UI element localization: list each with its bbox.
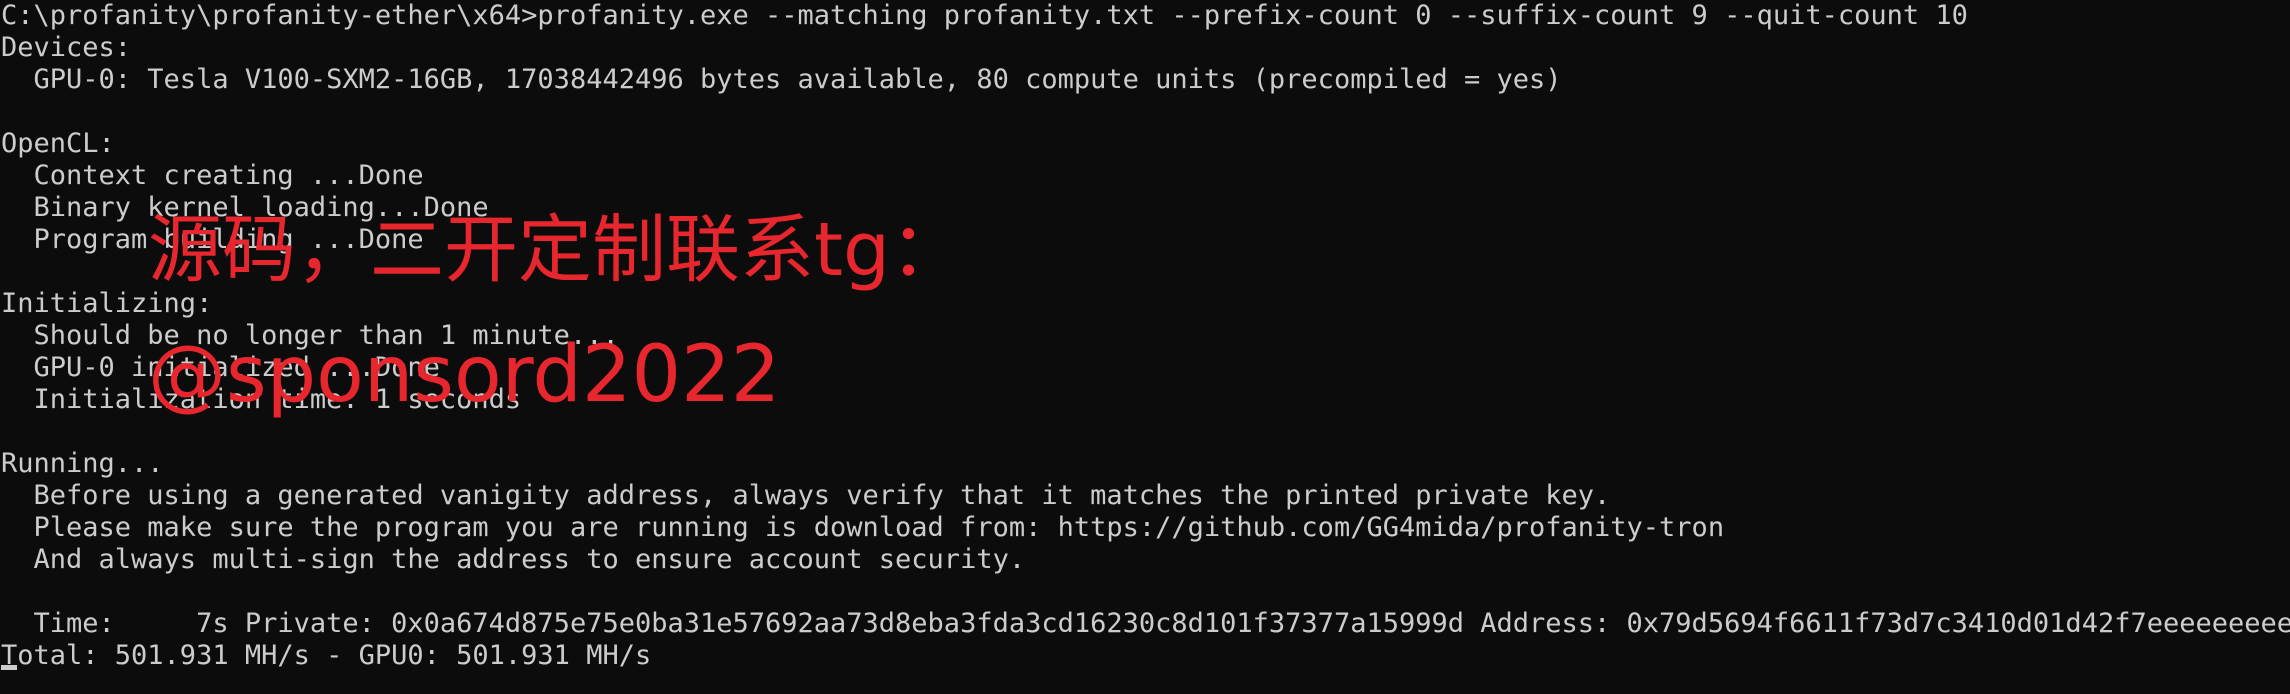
context-status: Context creating ...Done [1, 160, 424, 191]
running-header: Running... [1, 448, 164, 479]
opencl-header: OpenCL: [1, 128, 115, 159]
hashrate-text: Total: 501.931 MH/s - GPU0: 501.931 MH/s [1, 640, 652, 671]
terminal-window[interactable]: C:\profanity\profanity-ether\x64>profani… [0, 0, 2290, 694]
init-duration-note: Should be no longer than 1 minute... [1, 320, 619, 351]
gpu-init-status: GPU-0 initialized ...Done [1, 352, 440, 383]
command-line: C:\profanity\profanity-ether\x64>profani… [1, 0, 1968, 31]
warning-download-source: Please make sure the program you are run… [1, 512, 1725, 543]
init-time: Initialization time: 1 seconds [1, 384, 522, 415]
kernel-status: Binary kernel loading...Done [1, 192, 489, 223]
warning-multisign: And always multi-sign the address to ens… [1, 544, 1026, 575]
initializing-header: Initializing: [1, 288, 213, 319]
gpu-device-info: GPU-0: Tesla V100-SXM2-16GB, 17038442496… [1, 64, 1562, 95]
warning-verify-key: Before using a generated vanigity addres… [1, 480, 1611, 511]
hashrate-line: Total: 501.931 MH/s - GPU0: 501.931 MH/s [1, 640, 2290, 672]
devices-header: Devices: [1, 32, 132, 63]
result-line: Time: 7s Private: 0x0a674d875e75e0ba31e5… [1, 608, 2290, 639]
program-status: Program building ...Done [1, 224, 424, 255]
